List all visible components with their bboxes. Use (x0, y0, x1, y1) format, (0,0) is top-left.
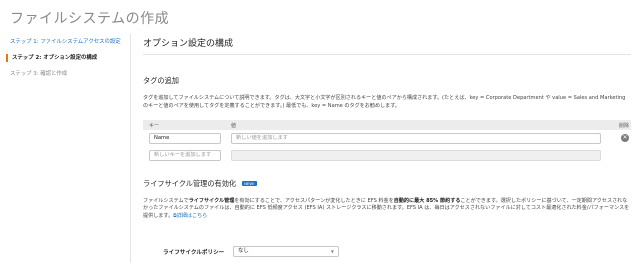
section-divider (143, 54, 631, 55)
new-badge: NEW! (242, 180, 257, 186)
col-remove-header: 削除 (618, 122, 629, 129)
lifecycle-desc-1: ファイルシステムで (143, 197, 189, 204)
lifecycle-title-text: ライフサイクル管理の有効化 (143, 178, 237, 188)
lifecycle-title: ライフサイクル管理の有効化 NEW! (143, 179, 631, 189)
new-value-input (231, 149, 601, 161)
learn-more-label: 詳細はこちら (176, 213, 208, 220)
sidebar-divider (130, 34, 131, 263)
col-value-header: 値 (231, 122, 237, 129)
step-2-current: ステップ 2: オプション設定の構成 (6, 54, 126, 63)
tag-key-input[interactable] (149, 132, 221, 144)
lifecycle-policy-row: ライフサイクルポリシー なし ▼ (143, 246, 631, 258)
col-key-header: キー (149, 122, 160, 129)
wizard-steps: ステップ 1: ファイルシステムアクセスの設定 ステップ 2: オプション設定の… (6, 38, 126, 87)
main-content: オプション設定の構成 タグの追加 タグを追加してファイルシステムについて説明でき… (143, 36, 631, 257)
section-title: オプション設定の構成 (143, 39, 234, 49)
chevron-down-icon: ▼ (330, 249, 334, 254)
tag-row: ✕ (143, 132, 631, 147)
lifecycle-desc-bold-2: 自動的に最大 85% 節約する (393, 197, 461, 204)
lifecycle-desc-bold-1: ライフサイクル管理 (188, 197, 235, 204)
lifecycle-description: ファイルシステムでライフサイクル管理を有効にすることで、アクセスパターンが変化し… (143, 198, 631, 221)
tags-title: タグの追加 (143, 76, 179, 85)
tags-description: タグを追加してファイルシステムについて説明できます。タグは、大文字と小文字が区別… (143, 95, 626, 109)
tags-table-header: キー 値 削除 (143, 119, 631, 130)
policy-label: ライフサイクルポリシー (163, 250, 225, 256)
step-3-label: ステップ 3: 確認と作成 (10, 71, 68, 78)
policy-selected-value: なし (238, 248, 249, 254)
tag-value-input[interactable] (231, 132, 601, 144)
page-title: ファイルシステムの作成 (10, 11, 170, 27)
learn-more-link[interactable]: ⧉詳細はこちら (173, 213, 207, 219)
remove-tag-icon[interactable]: ✕ (621, 133, 629, 142)
lifecycle-desc-2: を有効にすることで、アクセスパターンが変化したときに EFS 料金を (234, 197, 394, 204)
new-tag-row (143, 149, 631, 164)
step-1-link[interactable]: ステップ 1: ファイルシステムアクセスの設定 (10, 38, 126, 46)
lifecycle-policy-select[interactable]: なし ▼ (233, 246, 339, 257)
new-key-input[interactable] (149, 149, 221, 161)
